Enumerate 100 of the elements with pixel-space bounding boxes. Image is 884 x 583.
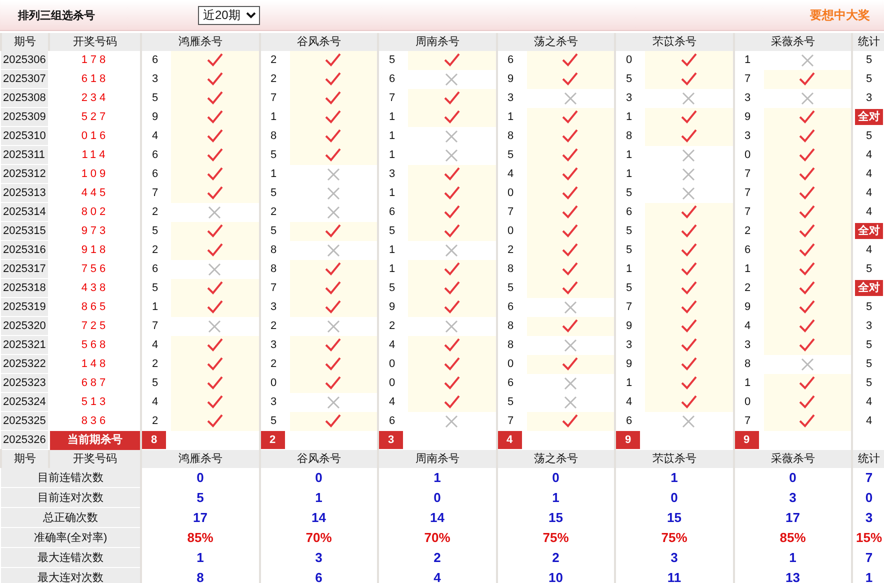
draw-number: 918 — [49, 240, 141, 260]
current-kill-number: 9 — [617, 431, 640, 449]
summary-value: 15 — [615, 508, 734, 528]
check-icon — [799, 300, 816, 314]
caret-icon — [246, 12, 256, 18]
summary-value: 70% — [378, 528, 496, 548]
column-header: 期号 — [1, 450, 49, 468]
summary-value: 7 — [852, 468, 884, 488]
check-icon — [325, 262, 342, 276]
cross-icon — [564, 300, 577, 314]
summary-value: 75% — [496, 528, 615, 548]
period-cell: 2025308 — [1, 88, 49, 108]
check-icon — [562, 53, 578, 68]
stat-count: 4 — [866, 167, 872, 181]
summary-value: 17 — [141, 508, 260, 528]
summary-value: 6 — [260, 568, 378, 583]
check-icon — [799, 414, 816, 428]
summary-value: 0 — [734, 468, 852, 488]
period-cell: 2025319 — [1, 298, 49, 316]
draw-number: 234 — [49, 88, 141, 108]
check-icon — [206, 53, 223, 68]
current-kill-label: 当前期杀号 — [49, 430, 141, 450]
cross-icon — [326, 244, 340, 257]
summary-value: 10 — [496, 568, 615, 583]
column-header: 荡之杀号 — [496, 450, 615, 468]
summary-value: 15% — [852, 528, 884, 548]
stat-count: 5 — [866, 72, 872, 86]
check-icon — [325, 224, 342, 238]
check-icon — [444, 167, 460, 182]
period-cell: 2025317 — [1, 260, 49, 278]
cross-icon — [682, 414, 696, 428]
summary-value: 2 — [378, 548, 496, 568]
column-header: 采薇杀号 — [734, 450, 852, 468]
check-icon — [562, 243, 578, 258]
summary-label: 总正确次数 — [1, 508, 141, 528]
period-cell: 2025316 — [1, 240, 49, 260]
check-icon — [206, 300, 223, 314]
period-cell: 2025323 — [1, 374, 49, 392]
cross-icon — [445, 414, 458, 428]
check-icon — [562, 319, 578, 334]
draw-number: 756 — [49, 260, 141, 278]
cross-icon — [208, 320, 222, 333]
check-icon — [799, 72, 816, 86]
check-icon — [680, 376, 697, 390]
check-icon — [562, 110, 578, 124]
stat-count: 4 — [866, 414, 872, 428]
check-icon — [444, 186, 460, 200]
check-icon — [562, 414, 578, 428]
draw-number: 178 — [49, 51, 141, 70]
check-icon — [325, 300, 342, 314]
column-header: 芣苡杀号 — [615, 33, 734, 51]
stat-count: 4 — [866, 186, 872, 200]
summary-value: 4 — [378, 568, 496, 583]
draw-number: 618 — [49, 70, 141, 88]
cross-icon — [564, 92, 577, 105]
summary-value: 0 — [378, 488, 496, 508]
period-cell: 2025315 — [1, 222, 49, 240]
stat-count: 5 — [866, 262, 872, 276]
check-icon — [562, 262, 578, 276]
period-cell: 2025318 — [1, 278, 49, 298]
cross-icon — [445, 72, 458, 86]
summary-value: 17 — [734, 508, 852, 528]
summary-value: 1 — [615, 468, 734, 488]
check-icon — [325, 338, 342, 352]
period-cell: 2025325 — [1, 412, 49, 430]
cross-icon — [682, 92, 696, 105]
cross-icon — [208, 262, 222, 276]
summary-label: 准确率(全对率) — [1, 528, 141, 548]
period-cell: 2025309 — [1, 108, 49, 126]
period-cell: 2025320 — [1, 316, 49, 336]
check-icon — [444, 357, 460, 372]
check-icon — [325, 129, 342, 144]
column-header: 鸿雁杀号 — [141, 450, 260, 468]
check-icon — [799, 338, 816, 352]
check-icon — [325, 53, 342, 68]
draw-number: 973 — [49, 222, 141, 240]
check-icon — [680, 129, 697, 144]
summary-value: 14 — [260, 508, 378, 528]
check-icon — [206, 243, 223, 258]
cross-icon — [445, 320, 458, 333]
draw-number: 725 — [49, 316, 141, 336]
cross-icon — [326, 186, 340, 200]
cross-icon — [800, 92, 814, 105]
check-icon — [799, 186, 816, 200]
cross-icon — [445, 130, 458, 143]
current-kill-number: 8 — [143, 431, 166, 449]
stat-count: 5 — [866, 300, 872, 314]
check-icon — [562, 186, 578, 200]
period-select[interactable]: 近20期 — [198, 6, 260, 24]
column-header: 开奖号码 — [49, 450, 141, 468]
cross-icon — [445, 148, 458, 162]
column-header: 荡之杀号 — [496, 33, 615, 51]
check-icon — [799, 243, 816, 258]
check-icon — [799, 395, 816, 410]
check-icon — [680, 224, 697, 238]
check-icon — [206, 186, 223, 200]
check-icon — [444, 395, 460, 410]
check-icon — [562, 167, 578, 182]
summary-value: 70% — [260, 528, 378, 548]
check-icon — [325, 110, 342, 124]
